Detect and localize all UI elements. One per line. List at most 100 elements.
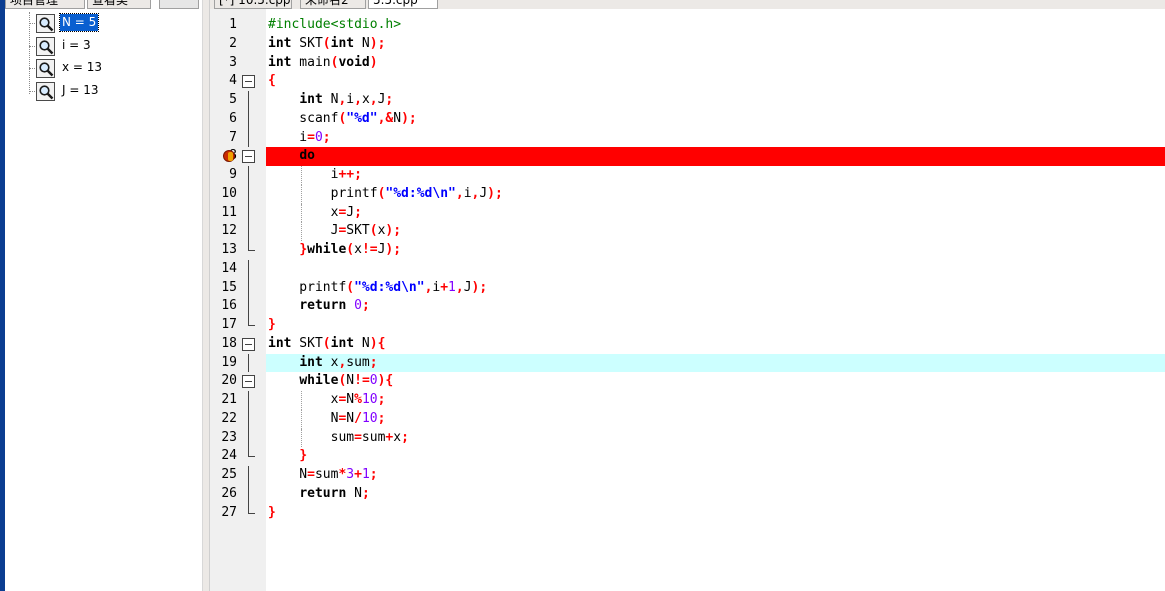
- line-number[interactable]: 3: [210, 54, 237, 72]
- tab-debug[interactable]: [159, 0, 199, 9]
- line-number[interactable]: 9: [210, 166, 237, 184]
- code-line[interactable]: 15 printf("%d:%d\n",i+1,J);: [210, 278, 1165, 298]
- code-text[interactable]: #include<stdio.h>: [268, 16, 401, 35]
- code-text[interactable]: printf("%d:%d\n",i,J);: [268, 185, 503, 204]
- tab-class-view[interactable]: 查看类: [87, 0, 151, 9]
- line-number[interactable]: 18: [210, 335, 237, 353]
- line-number[interactable]: 10: [210, 185, 237, 203]
- code-text[interactable]: return 0;: [268, 297, 369, 316]
- code-text[interactable]: int N,i,x,J;: [268, 91, 393, 110]
- line-number[interactable]: 12: [210, 222, 237, 240]
- fold-toggle-icon[interactable]: [242, 375, 255, 389]
- panel-splitter[interactable]: [202, 0, 210, 591]
- fold-toggle-icon[interactable]: [242, 150, 255, 164]
- line-number[interactable]: 17: [210, 316, 237, 334]
- watch-label[interactable]: J = 13: [60, 82, 101, 99]
- code-line[interactable]: 22 N=N/10;: [210, 409, 1165, 429]
- line-number[interactable]: 19: [210, 354, 237, 372]
- watch-item[interactable]: N = 5: [23, 12, 193, 34]
- code-text[interactable]: int main(void): [268, 54, 378, 73]
- line-number[interactable]: 16: [210, 297, 237, 315]
- line-number[interactable]: 26: [210, 485, 237, 503]
- code-text[interactable]: J=SKT(x);: [268, 222, 401, 241]
- code-line[interactable]: 23 sum=sum+x;: [210, 428, 1165, 448]
- watch-item[interactable]: J = 13: [23, 80, 193, 102]
- code-line[interactable]: 4{: [210, 72, 1165, 91]
- tab-file-5-5[interactable]: 5.5.cpp: [368, 0, 438, 9]
- line-number[interactable]: 7: [210, 129, 237, 147]
- line-number[interactable]: 5: [210, 91, 237, 109]
- fold-toggle-icon[interactable]: [242, 337, 255, 351]
- watch-label[interactable]: x = 13: [60, 59, 104, 76]
- code-text[interactable]: }while(x!=J);: [268, 241, 401, 260]
- code-text[interactable]: N=sum*3+1;: [268, 466, 377, 485]
- code-text[interactable]: int SKT(int N){: [268, 335, 385, 354]
- code-text[interactable]: int x,sum;: [268, 354, 377, 373]
- tab-file-untitled2[interactable]: 未命名2: [300, 0, 366, 9]
- code-text[interactable]: return N;: [268, 485, 369, 504]
- line-number[interactable]: 6: [210, 110, 237, 128]
- line-number[interactable]: 14: [210, 260, 237, 278]
- code-text[interactable]: i=0;: [268, 129, 330, 148]
- code-text[interactable]: do{: [268, 147, 322, 166]
- code-text[interactable]: }: [268, 316, 276, 335]
- tab-project-manager[interactable]: 项目管理: [5, 0, 85, 9]
- code-text[interactable]: }: [268, 447, 307, 466]
- code-line[interactable]: 27}: [210, 503, 1165, 523]
- code-line[interactable]: 2 int SKT(int N);: [210, 35, 1165, 54]
- line-number[interactable]: 20: [210, 372, 237, 390]
- code-line[interactable]: 6 scanf("%d",&N);: [210, 109, 1165, 129]
- code-line[interactable]: 17}: [210, 316, 1165, 335]
- code-line[interactable]: 11 x=J;: [210, 203, 1165, 223]
- line-number[interactable]: 1: [210, 16, 237, 34]
- code-line[interactable]: 12 J=SKT(x);: [210, 222, 1165, 241]
- line-number[interactable]: 21: [210, 391, 237, 409]
- line-number[interactable]: 13: [210, 241, 237, 259]
- code-line[interactable]: 7 i=0;: [210, 128, 1165, 148]
- code-text[interactable]: scanf("%d",&N);: [268, 110, 416, 129]
- watch-label[interactable]: i = 3: [60, 37, 93, 54]
- code-line[interactable]: 10 printf("%d:%d\n",i,J);: [210, 184, 1165, 204]
- code-editor[interactable]: 1 #include<stdio.h> 2 int SKT(int N); 3 int m…: [210, 9, 1165, 591]
- code-line[interactable]: 14: [210, 259, 1165, 279]
- line-number[interactable]: 23: [210, 429, 237, 447]
- line-number[interactable]: 24: [210, 447, 237, 465]
- line-number[interactable]: 15: [210, 279, 237, 297]
- code-line[interactable]: 21 x=N%10;: [210, 391, 1165, 410]
- line-number[interactable]: 11: [210, 204, 237, 222]
- code-text[interactable]: sum=sum+x;: [268, 429, 409, 448]
- line-number[interactable]: 2: [210, 35, 237, 53]
- line-number[interactable]: 25: [210, 466, 237, 484]
- watch-item[interactable]: i = 3: [23, 35, 193, 57]
- code-line[interactable]: 24 }: [210, 447, 1165, 466]
- code-text[interactable]: N=N/10;: [268, 410, 386, 429]
- line-number[interactable]: 22: [210, 410, 237, 428]
- code-line[interactable]: 5 int N,i,x,J;: [210, 91, 1165, 110]
- code-text[interactable]: printf("%d:%d\n",i+1,J);: [268, 279, 487, 298]
- code-text[interactable]: while(N!=0){: [268, 372, 393, 391]
- code-line[interactable]: 25 N=sum*3+1;: [210, 466, 1165, 485]
- line-number[interactable]: 27: [210, 504, 237, 522]
- line-number[interactable]: 4: [210, 72, 237, 90]
- code-line[interactable]: 13 }while(x!=J);: [210, 241, 1165, 260]
- code-text[interactable]: x=N%10;: [268, 391, 386, 410]
- code-line[interactable]: 16 return 0;: [210, 297, 1165, 316]
- current-code-line[interactable]: 19 int x,sum;: [210, 353, 1165, 373]
- code-line[interactable]: 3 int main(void): [210, 54, 1165, 73]
- code-line[interactable]: 9 i++;: [210, 166, 1165, 185]
- fold-end-marker: [248, 241, 255, 251]
- code-line[interactable]: 1 #include<stdio.h>: [210, 16, 1165, 35]
- code-text[interactable]: int SKT(int N);: [268, 35, 385, 54]
- code-text[interactable]: x=J;: [268, 204, 362, 223]
- code-line[interactable]: 18 int SKT(int N){: [210, 335, 1165, 354]
- code-text[interactable]: {: [268, 72, 276, 91]
- code-text[interactable]: }: [268, 504, 276, 523]
- tab-file-10-5[interactable]: [*] 10.5.cpp: [214, 0, 292, 9]
- code-line[interactable]: 26 return N;: [210, 484, 1165, 504]
- breakpoint-code-line[interactable]: 8 do{: [210, 147, 1165, 166]
- code-line[interactable]: 20 while(N!=0){: [210, 372, 1165, 391]
- fold-toggle-icon[interactable]: [242, 75, 255, 89]
- code-text[interactable]: i++;: [268, 166, 362, 185]
- watch-item[interactable]: x = 13: [23, 57, 193, 79]
- watch-label[interactable]: N = 5: [58, 13, 100, 32]
